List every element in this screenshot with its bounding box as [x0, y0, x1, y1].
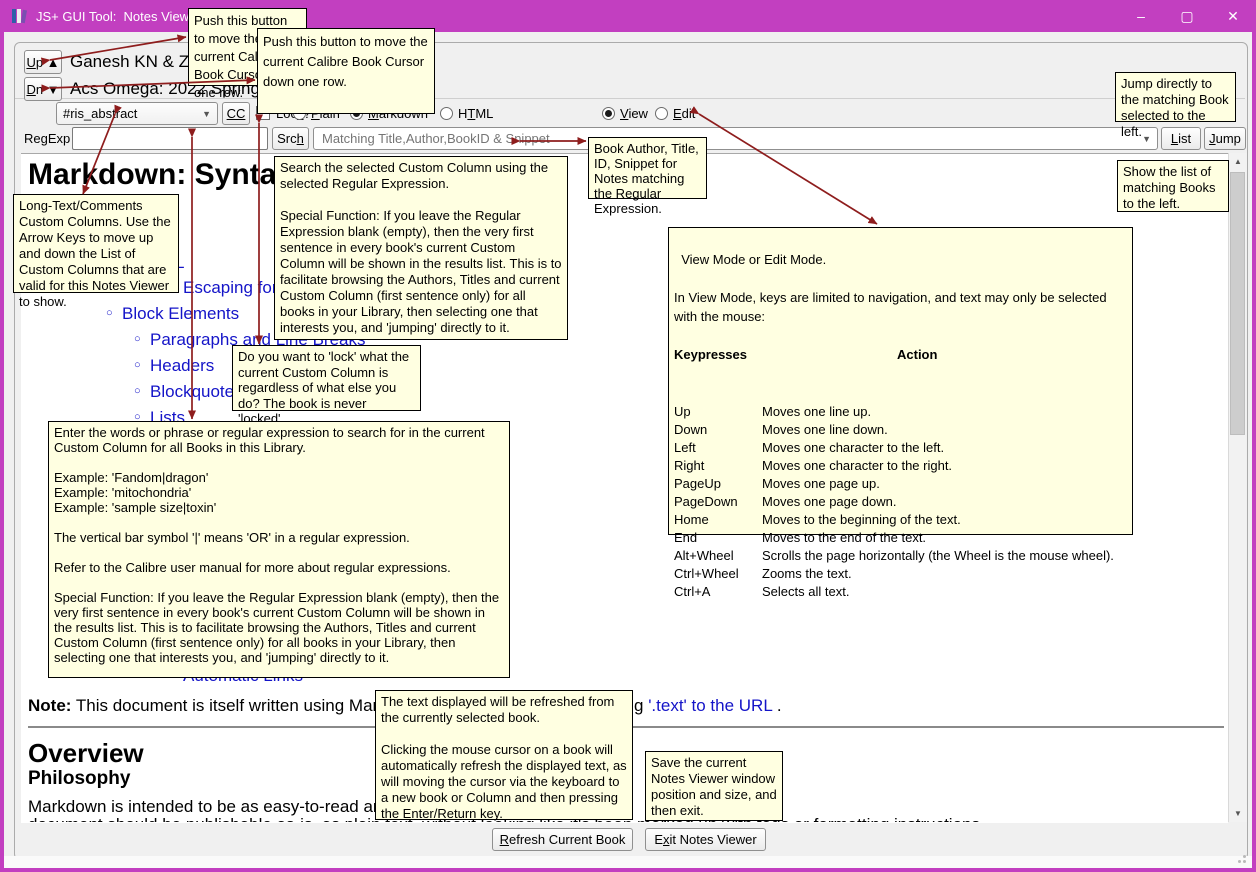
- radio-view-label[interactable]: View: [620, 106, 648, 121]
- up-button[interactable]: Up ▲: [24, 50, 62, 74]
- regexp-input[interactable]: [72, 127, 268, 150]
- keypress-row: Alt+Wheel Scrolls the page horizontally (…: [674, 548, 1114, 563]
- jump-button[interactable]: Jump: [1204, 127, 1246, 150]
- doc-heading-h1: Markdown: Synta: [28, 158, 277, 191]
- srch-button[interactable]: Src h: [272, 127, 309, 150]
- doc-heading-philosophy: Philosophy: [28, 768, 131, 789]
- chevron-down-icon: ▼: [202, 108, 211, 119]
- app-icon: [10, 6, 30, 26]
- callout-lock-checkbox: Do you want to 'lock' what the current C…: [232, 345, 421, 426]
- keypress-row: Right Moves one character to the right.: [674, 458, 953, 473]
- status-strip: [4, 856, 1252, 868]
- doc-heading-overview: Overview: [28, 738, 144, 768]
- vertical-scrollbar[interactable]: ▲ ▼: [1228, 153, 1247, 822]
- doc-note-right-post: .: [772, 696, 782, 715]
- keypresses-column-header: Keypresses: [674, 347, 747, 362]
- list-bullet-icon: ○: [134, 385, 141, 397]
- doc-body-line: Markdown is intended to be as easy-to-re…: [28, 797, 433, 816]
- callout-exit-button: Save the current Notes Viewer window pos…: [645, 751, 783, 821]
- callout-srch-button: Search the selected Custom Column using …: [274, 156, 568, 340]
- results-combobox[interactable]: ▼: [313, 127, 1158, 150]
- custom-column-select[interactable]: #ris_abstract ▼: [56, 102, 218, 125]
- chevron-down-icon: ▼: [1142, 133, 1151, 144]
- doc-note-line: Note: This document is itself written us…: [28, 696, 427, 716]
- list-bullet-icon: ○: [106, 307, 113, 319]
- callout-regexp-input: Enter the words or phrase or regular exp…: [48, 421, 510, 678]
- exit-notes-viewer-button[interactable]: Ex it Notes Viewer: [645, 828, 766, 851]
- toc-link-block-elements[interactable]: Block Elements: [122, 304, 239, 324]
- doc-note-text: This document is itself written using Ma…: [71, 696, 428, 715]
- keypress-table-header: Keypresses Action: [674, 345, 1127, 365]
- app-window: { "window": { "title": "JS+ GUI Tool: No…: [0, 0, 1256, 872]
- keypress-row: PageDown Moves one page down.: [674, 494, 897, 509]
- callout-list-button: Show the list of matching Books to the l…: [1117, 160, 1229, 212]
- toc-link-headers[interactable]: Headers: [150, 356, 214, 376]
- list-bullet-icon: ○: [134, 359, 141, 371]
- callout-view-edit-mode: View Mode or Edit Mode. In View Mode, ke…: [668, 227, 1133, 599]
- keypress-row: Home Moves to the beginning of the text.: [674, 512, 961, 527]
- callout-custom-column: Long-Text/Comments Custom Columns. Use t…: [13, 194, 179, 309]
- radio-html[interactable]: [440, 107, 453, 120]
- resize-grip-icon[interactable]: [1243, 860, 1246, 863]
- doc-note-line-right: g '.text' to the URL .: [634, 696, 782, 716]
- callout-jump-button: Jump directly to the matching Book selec…: [1115, 72, 1236, 139]
- keypress-row: End Moves to the end of the text.: [674, 530, 927, 545]
- list-button[interactable]: List: [1161, 127, 1201, 150]
- radio-edit[interactable]: [655, 107, 668, 120]
- window-title: JS+ GUI Tool: Notes Viewer: [36, 8, 201, 24]
- maximize-button[interactable]: ▢: [1164, 0, 1210, 32]
- scroll-down-icon[interactable]: ▼: [1229, 805, 1247, 822]
- scrollbar-thumb[interactable]: [1230, 172, 1245, 435]
- cc-button[interactable]: CC: [222, 102, 250, 125]
- doc-note-label: Note:: [28, 696, 72, 715]
- results-combobox-input[interactable]: [320, 130, 1143, 147]
- refresh-current-book-button[interactable]: Refresh Current Book: [492, 828, 633, 851]
- list-bullet-icon: ○: [134, 333, 141, 345]
- scroll-up-icon[interactable]: ▲: [1229, 153, 1247, 170]
- close-button[interactable]: ✕: [1210, 0, 1256, 32]
- keypress-row: Left Moves one character to the left.: [674, 440, 945, 455]
- radio-view[interactable]: [602, 107, 615, 120]
- dn-button[interactable]: Dn ▼: [24, 77, 62, 101]
- keypress-row: Up Moves one line up.: [674, 404, 872, 419]
- keypress-row: Ctrl+A Selects all text.: [674, 584, 850, 599]
- action-column-header: Action: [897, 347, 938, 362]
- toc-link-blockquotes[interactable]: Blockquotes: [150, 382, 243, 402]
- doc-note-right-pre: g: [634, 696, 649, 715]
- resize-grip-icon[interactable]: [1238, 860, 1241, 863]
- minimize-button[interactable]: –: [1118, 0, 1164, 32]
- doc-note-url-link[interactable]: '.text' to the URL: [648, 696, 772, 715]
- callout-refresh-button: The text displayed will be refreshed fro…: [375, 690, 633, 821]
- keypress-row: PageUp Moves one page up.: [674, 476, 880, 491]
- resize-grip-icon[interactable]: [1243, 855, 1246, 858]
- keypress-row: Ctrl+Wheel Zooms the text.: [674, 566, 852, 581]
- custom-column-value: #ris_abstract: [63, 106, 138, 121]
- keypress-row: Down Moves one line down.: [674, 422, 888, 437]
- callout-results-list: Book Author, Title, ID, Snippet for Note…: [588, 137, 707, 216]
- keypress-table: Up Moves one line up. Down Moves one line d…: [674, 403, 1127, 601]
- callout-dn-button: Push this button to move the current Cal…: [257, 28, 435, 114]
- view-mode-intro: View Mode or Edit Mode. In View Mode, ke…: [674, 252, 1107, 324]
- radio-edit-label[interactable]: Edit: [673, 106, 695, 121]
- radio-html-label[interactable]: HTML: [458, 106, 493, 121]
- regexp-label: RegExp: [24, 131, 71, 146]
